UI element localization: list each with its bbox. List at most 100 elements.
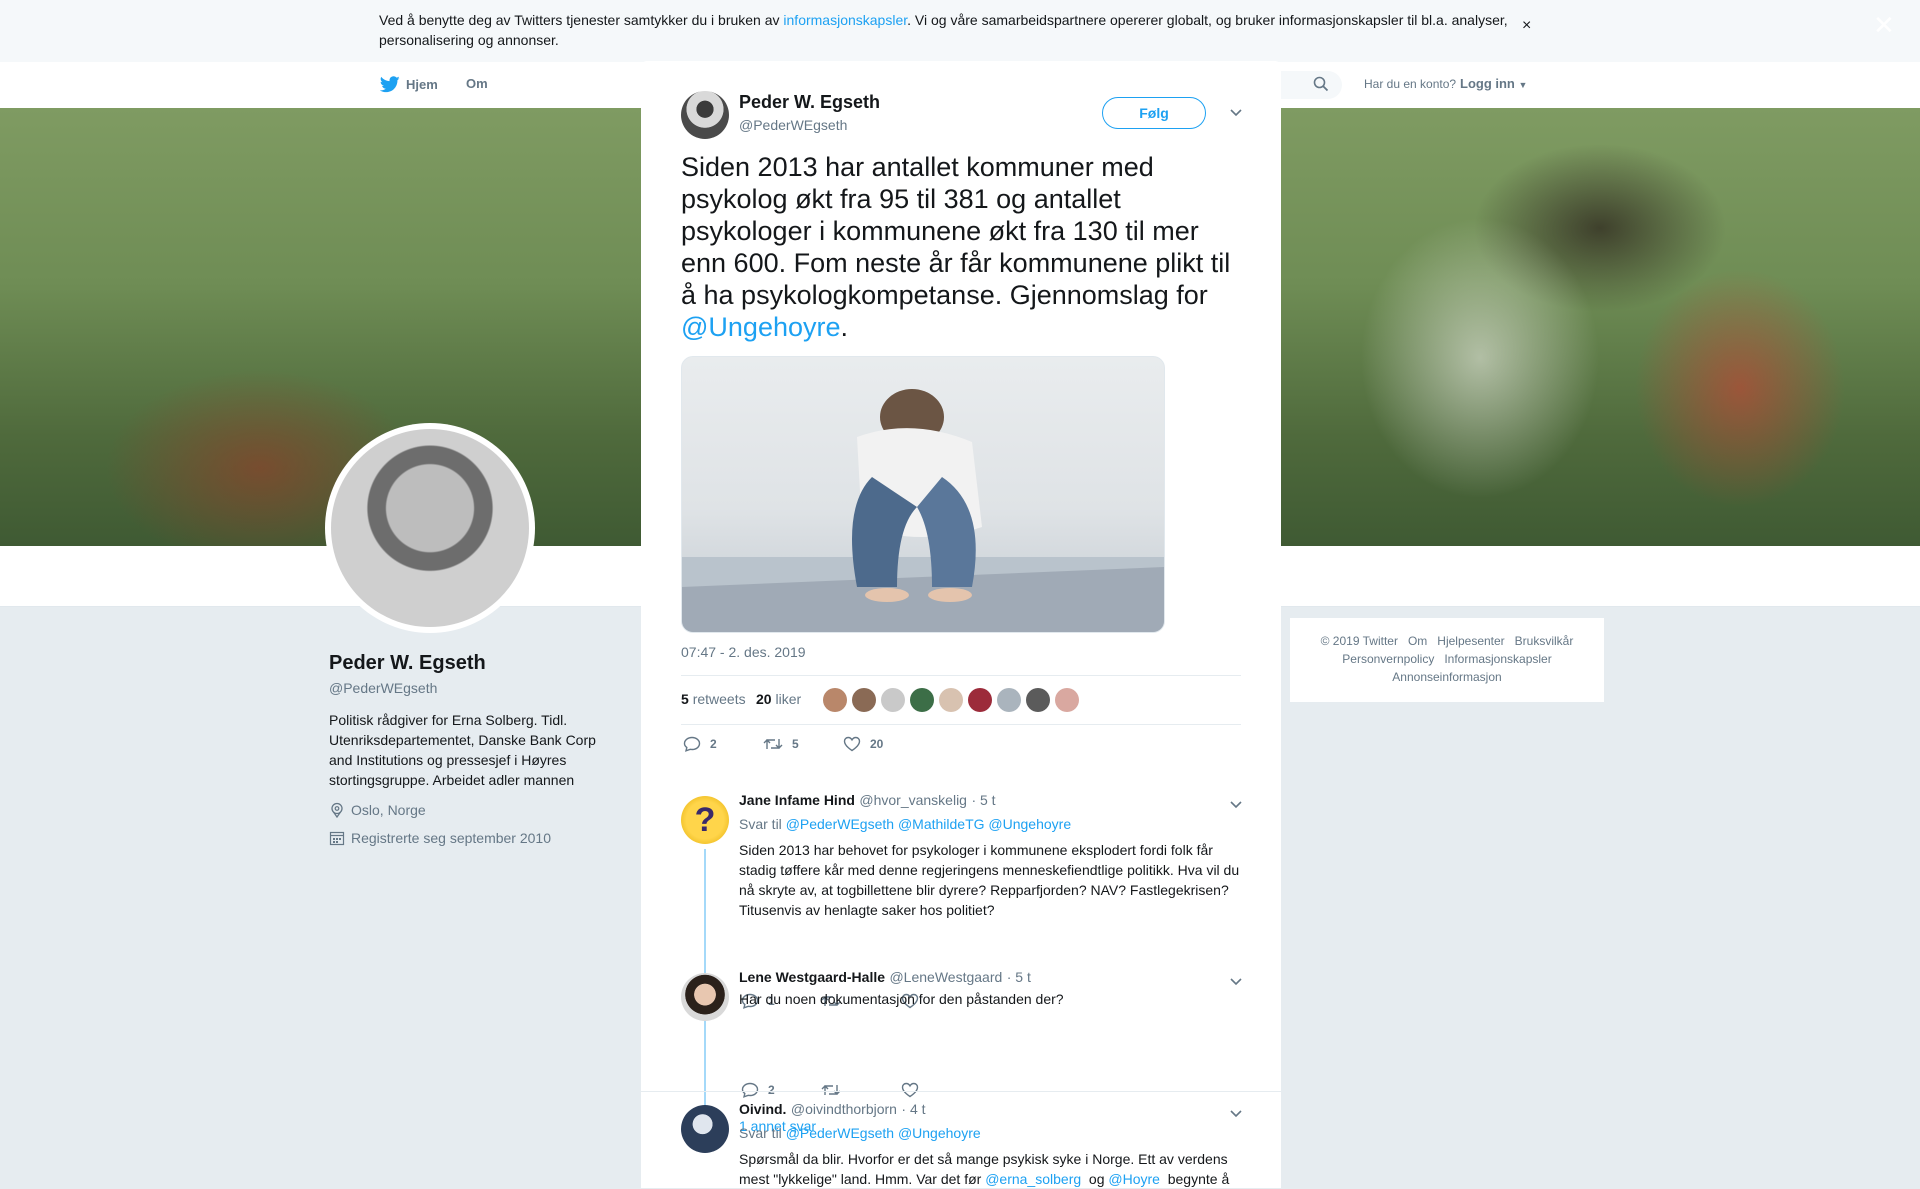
- footer-link-terms[interactable]: Bruksvilkår: [1515, 634, 1574, 648]
- reply-to-label: Svar til: [739, 1125, 782, 1141]
- calendar-icon: [329, 831, 345, 846]
- author-name[interactable]: Peder W. Egseth: [739, 92, 880, 113]
- reply-author-handle[interactable]: @oivindthorbjorn: [791, 1101, 897, 1117]
- footer-links: © 2019 Twitter Om Hjelpesenter Bruksvilkår …: [1290, 632, 1604, 686]
- tweet-stats: 5 retweets 20 liker: [681, 675, 1241, 725]
- like-button[interactable]: 20: [843, 736, 923, 752]
- likes-count: 20: [756, 691, 772, 707]
- like-count: 20: [870, 737, 884, 751]
- mention-link[interactable]: @erna_solberg: [985, 1171, 1081, 1187]
- chevron-down-icon[interactable]: [1229, 105, 1243, 123]
- chevron-down-icon[interactable]: [1229, 1106, 1243, 1124]
- reply-body: Spørsmål da blir. Hvorfor er det så mang…: [739, 1149, 1244, 1189]
- reply-author-handle[interactable]: @hvor_vanskelig: [859, 792, 967, 808]
- liker-avatar[interactable]: [910, 688, 934, 712]
- reply-avatar-lene[interactable]: [681, 973, 729, 1021]
- reply-to-mentions[interactable]: @PederWEgseth @Ungehoyre: [786, 1125, 981, 1141]
- location-pin-icon: [331, 802, 343, 818]
- reply-body-end: begynte å: [1159, 1171, 1230, 1187]
- login-label: Logg inn: [1460, 76, 1515, 91]
- reply-button[interactable]: 2: [683, 736, 763, 752]
- reply-actions: 2: [741, 1082, 981, 1098]
- liker-avatar[interactable]: [968, 688, 992, 712]
- reply-time[interactable]: · 5 t: [971, 792, 995, 808]
- reply-header-oivind: Oivind. @oivindthorbjorn · 4 t: [739, 1101, 926, 1119]
- reply-body: Siden 2013 har behovet for psykologer i …: [739, 842, 1240, 918]
- author-handle[interactable]: @PederWEgseth: [739, 117, 847, 133]
- reply-author-name[interactable]: Lene Westgaard-Halle: [739, 969, 885, 985]
- tweet-modal: Peder W. Egseth @PederWEgseth Følg Siden…: [641, 61, 1281, 1188]
- liker-avatar[interactable]: [881, 688, 905, 712]
- retweet-button[interactable]: [821, 1083, 901, 1097]
- tweet-photo[interactable]: [681, 356, 1165, 633]
- reply-count: 2: [710, 737, 717, 751]
- profile-bio: Politisk rådgiver for Erna Solberg. Tidl…: [329, 712, 596, 788]
- close-overlay-button[interactable]: ✕: [1873, 12, 1895, 38]
- likes-stat[interactable]: 20 liker: [756, 691, 801, 707]
- cookie-banner-text: Ved å benytte deg av Twitters tjenester …: [379, 10, 1519, 50]
- heart-icon: [901, 1082, 919, 1098]
- reply-body: Har du noen dokumentasjon for den påstan…: [739, 991, 1064, 1007]
- reply-avatar-jane[interactable]: ?: [681, 796, 729, 844]
- reply-to-line: Svar til @PederWEgseth @Ungehoyre: [739, 1125, 981, 1141]
- liker-avatar[interactable]: [823, 688, 847, 712]
- reply-to-label: Svar til: [739, 816, 782, 832]
- reply-author-name[interactable]: Oivind.: [739, 1101, 786, 1117]
- reply-divider: [641, 1091, 1281, 1092]
- reply-button[interactable]: 2: [741, 1082, 821, 1098]
- profile-avatar-image: [331, 429, 529, 627]
- tweet-photo-illustration: [682, 389, 1164, 632]
- liker-avatar[interactable]: [1055, 688, 1079, 712]
- reply-avatar-oivind[interactable]: [681, 1105, 729, 1153]
- retweets-count: 5: [681, 691, 689, 707]
- follow-button[interactable]: Følg: [1102, 97, 1206, 129]
- tweet-actions: 2 5 20: [683, 736, 923, 752]
- nav-home-label: Hjem: [406, 77, 438, 92]
- liker-avatar[interactable]: [1026, 688, 1050, 712]
- tweet-text-main: Siden 2013 har antallet kommuner med psy…: [681, 152, 1231, 310]
- reply-to-mentions[interactable]: @PederWEgseth @MathildeTG @Ungehoyre: [786, 816, 1071, 832]
- reply-header-jane: Jane Infame Hind @hvor_vanskelig · 5 t: [739, 792, 996, 810]
- account-question: Har du en konto?: [1364, 77, 1457, 91]
- reply-header-lene: Lene Westgaard-Halle @LeneWestgaard · 5 …: [739, 969, 1031, 987]
- cookie-close-button[interactable]: ×: [1522, 17, 1531, 35]
- tweet-mention-link[interactable]: @Ungehoyre: [681, 312, 841, 342]
- reply-time[interactable]: · 5 t: [1007, 969, 1031, 985]
- login-link[interactable]: Logg inn ▼: [1460, 76, 1527, 91]
- nav-about-link[interactable]: Om: [466, 76, 488, 91]
- footer-link-privacy[interactable]: Personvernpolicy: [1342, 652, 1434, 666]
- profile-name: Peder W. Egseth: [329, 652, 486, 674]
- footer-link-about[interactable]: Om: [1408, 634, 1427, 648]
- liker-avatar[interactable]: [997, 688, 1021, 712]
- author-avatar[interactable]: [681, 91, 729, 139]
- footer-link-cookies[interactable]: Informasjonskapsler: [1444, 652, 1551, 666]
- retweet-button[interactable]: 5: [763, 737, 843, 751]
- mention-link[interactable]: @Hoyre: [1108, 1171, 1160, 1187]
- reply-time[interactable]: · 4 t: [901, 1101, 925, 1117]
- retweets-stat[interactable]: 5 retweets: [681, 691, 746, 707]
- reply-icon: [683, 736, 701, 752]
- cookie-info-link[interactable]: informasjonskapsler: [783, 12, 907, 28]
- reply-author-name[interactable]: Jane Infame Hind: [739, 792, 855, 808]
- profile-avatar[interactable]: [325, 423, 535, 633]
- liker-avatar[interactable]: [939, 688, 963, 712]
- liker-avatar[interactable]: [852, 688, 876, 712]
- footer-link-ads-info[interactable]: Annonseinformasjon: [1392, 670, 1501, 684]
- profile-handle[interactable]: @PederWEgseth: [329, 680, 437, 696]
- retweets-label: retweets: [692, 691, 746, 707]
- chevron-down-icon[interactable]: [1229, 797, 1243, 815]
- tweet-text: Siden 2013 har antallet kommuner med psy…: [681, 151, 1251, 343]
- profile-location-text: Oslo, Norge: [351, 802, 426, 818]
- search-icon[interactable]: [1313, 76, 1329, 97]
- like-button[interactable]: [901, 1082, 981, 1098]
- tweet-text-end: .: [840, 312, 849, 342]
- reply-to-line: Svar til @PederWEgseth @MathildeTG @Unge…: [739, 816, 1071, 832]
- reply-count: 2: [768, 1083, 775, 1097]
- tweet-timestamp[interactable]: 07:47 - 2. des. 2019: [681, 644, 806, 660]
- profile-location: Oslo, Norge: [329, 802, 426, 818]
- retweet-icon: [763, 739, 783, 749]
- nav-home-link[interactable]: Hjem: [380, 76, 438, 93]
- footer-link-help[interactable]: Hjelpesenter: [1437, 634, 1504, 648]
- reply-author-handle[interactable]: @LeneWestgaard: [889, 969, 1002, 985]
- twitter-bird-icon: [380, 76, 400, 93]
